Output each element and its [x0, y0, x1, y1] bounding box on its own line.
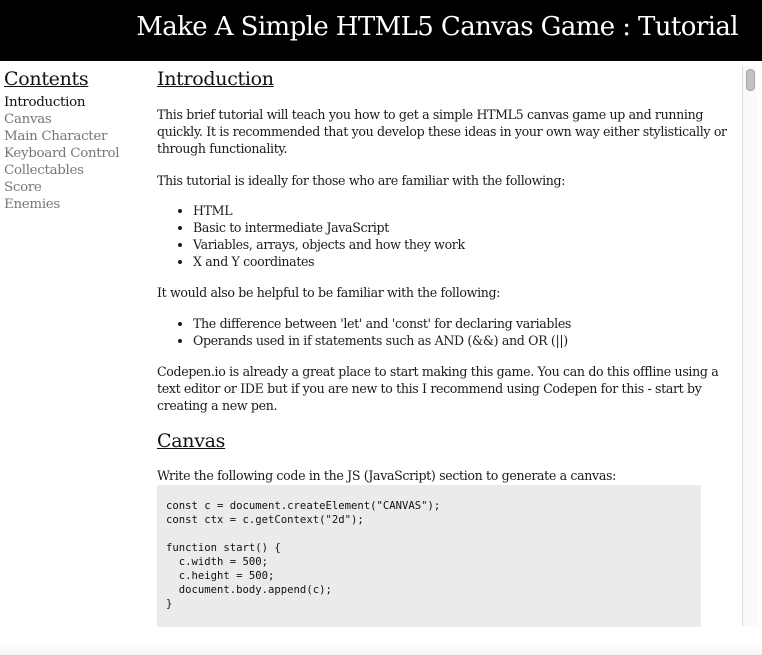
toc-item-collectables[interactable]: Collectables — [4, 162, 144, 179]
list-item: Variables, arrays, objects and how they … — [193, 236, 737, 253]
intro-paragraph-1: This brief tutorial will teach you how t… — [157, 107, 727, 156]
intro-paragraph-2: This tutorial is ideally for those who a… — [157, 173, 566, 188]
canvas-paragraph-1: Write the following code in the JS (Java… — [157, 468, 616, 483]
list-item: The difference between 'let' and 'const'… — [193, 315, 737, 332]
toc-item-enemies[interactable]: Enemies — [4, 196, 144, 213]
intro-paragraph-4: Codepen.io is already a great place to s… — [157, 364, 719, 413]
scrollbar-thumb[interactable] — [746, 69, 755, 91]
canvas-heading: Canvas — [157, 430, 226, 452]
code-line: const ctx = c.getContext("2d"); — [166, 514, 364, 526]
vertical-scrollbar[interactable] — [742, 66, 757, 626]
code-line: function start() { — [166, 542, 281, 554]
list-item: X and Y coordinates — [193, 253, 737, 270]
code-line: } — [166, 598, 173, 610]
toc-item-introduction[interactable]: Introduction — [4, 94, 144, 111]
toc-item-score[interactable]: Score — [4, 179, 144, 196]
toc-item-canvas[interactable]: Canvas — [4, 111, 144, 128]
code-line: const c = document.createElement("CANVAS… — [166, 500, 441, 512]
list-item: Basic to intermediate JavaScript — [193, 219, 737, 236]
helpful-list: The difference between 'let' and 'const'… — [157, 315, 737, 349]
introduction-heading: Introduction — [157, 68, 274, 90]
familiar-list: HTML Basic to intermediate JavaScript Va… — [157, 202, 737, 270]
code-line: c.height = 500; — [166, 570, 275, 582]
code-line: c.width = 500; — [166, 556, 269, 568]
list-item: HTML — [193, 202, 737, 219]
page-title: Make A Simple HTML5 Canvas Game : Tutori… — [136, 12, 738, 42]
code-block: const c = document.createElement("CANVAS… — [157, 485, 701, 627]
code-line: document.body.append(c); — [166, 584, 332, 596]
contents-title: Contents — [4, 68, 89, 90]
intro-paragraph-3: It would also be helpful to be familiar … — [157, 285, 501, 300]
contents-sidebar: Contents Introduction Canvas Main Charac… — [4, 67, 144, 213]
toc-item-main-character[interactable]: Main Character — [4, 128, 144, 145]
main-content: Introduction This brief tutorial will te… — [157, 67, 737, 627]
page-header: Make A Simple HTML5 Canvas Game : Tutori… — [0, 0, 762, 61]
toc-item-keyboard-control[interactable]: Keyboard Control — [4, 145, 144, 162]
list-item: Operands used in if statements such as A… — [193, 332, 737, 349]
bottom-edge — [0, 645, 762, 655]
